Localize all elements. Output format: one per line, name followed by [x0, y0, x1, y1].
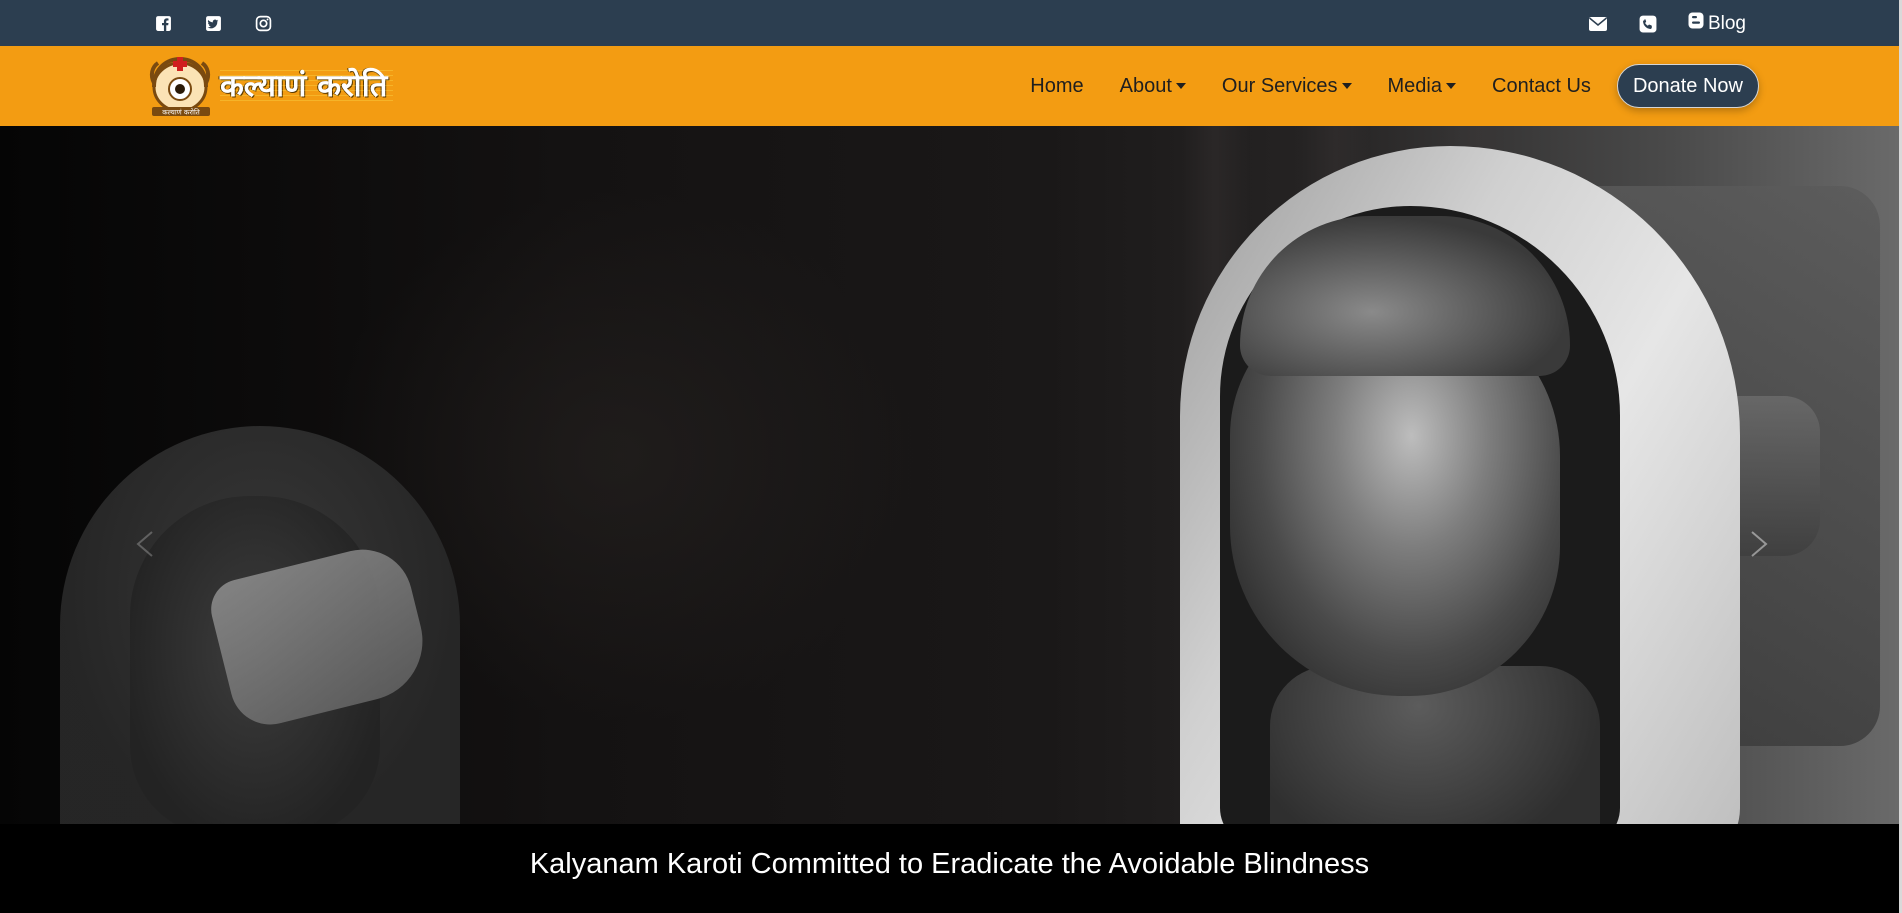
contact-links: Blog	[1588, 12, 1746, 35]
hero-photo-left-woman	[20, 426, 480, 824]
social-links	[153, 13, 273, 33]
twitter-icon[interactable]	[203, 13, 223, 33]
blog-link[interactable]: Blog	[1688, 12, 1746, 35]
hero-caption: Kalyanam Karoti Committed to Eradicate t…	[529, 848, 1370, 880]
phone-icon[interactable]	[1638, 14, 1658, 34]
carousel-prev-button[interactable]	[128, 526, 164, 562]
blog-label: Blog	[1707, 12, 1746, 34]
nav-home-label: Home	[1030, 74, 1084, 97]
logo-emblem: कल्याणं करोति	[148, 53, 216, 117]
hero-carousel	[0, 126, 1899, 824]
logo-tagline: कल्याणं करोति	[162, 108, 201, 117]
main-navbar: कल्याणं करोति कल्याणं करोति Home About O…	[0, 46, 1899, 126]
nav-our-services-label: Our Services	[1221, 74, 1338, 97]
caret-down-icon	[1175, 83, 1186, 89]
blogger-icon	[1688, 12, 1704, 35]
logo-wordmark: कल्याणं करोति	[220, 60, 394, 110]
nav-media[interactable]: Media	[1370, 75, 1474, 98]
site-logo[interactable]: कल्याणं करोति कल्याणं करोति	[148, 52, 426, 118]
donate-now-button[interactable]: Donate Now	[1616, 64, 1759, 108]
nav-our-services[interactable]: Our Services	[1204, 75, 1370, 98]
caret-down-icon	[1341, 83, 1352, 89]
envelope-icon[interactable]	[1588, 14, 1608, 34]
nav-contact-us[interactable]: Contact Us	[1474, 75, 1609, 98]
chevron-left-icon	[136, 531, 153, 557]
hero-caption-bar: Kalyanam Karoti Committed to Eradicate t…	[0, 824, 1899, 913]
nav-contact-us-label: Contact Us	[1492, 74, 1591, 97]
nav-media-label: Media	[1387, 74, 1442, 97]
nav-about-label: About	[1119, 74, 1172, 97]
carousel-next-button[interactable]	[1740, 526, 1776, 562]
instagram-icon[interactable]	[253, 13, 273, 33]
chevron-right-icon	[1751, 531, 1768, 557]
facebook-icon[interactable]	[153, 13, 173, 33]
nav-home[interactable]: Home	[1012, 75, 1101, 98]
nav-menu: Home About Our Services Media Contact Us…	[1012, 46, 1759, 126]
nav-about[interactable]: About	[1102, 75, 1204, 98]
logo-wordmark-text: कल्याणं करोति	[220, 68, 388, 104]
caret-down-icon	[1446, 83, 1456, 89]
top-bar: Blog	[0, 0, 1899, 46]
hero-photo-right-woman	[1120, 146, 1780, 824]
